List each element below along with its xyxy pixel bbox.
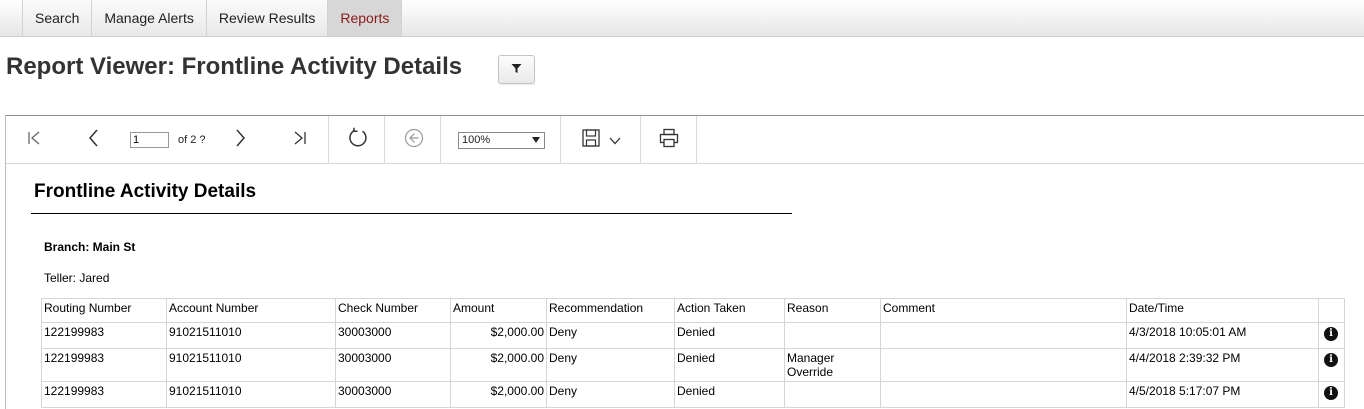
cell-datetime: 4/4/2018 2:39:32 PM [1126, 348, 1319, 382]
page-count: of 2 ? [178, 134, 206, 146]
cell-account: 91021511010 [166, 381, 336, 408]
save-icon [582, 128, 600, 152]
branch-label: Branch: Main St [44, 240, 136, 254]
cell-recommendation: Deny [546, 348, 675, 382]
first-page-icon [26, 130, 42, 151]
cell-reason [784, 381, 881, 408]
prev-page-icon [86, 129, 102, 152]
cell-reason [784, 322, 881, 349]
teller-label: Teller: Jared [44, 271, 110, 285]
cell-amount: $2,000.00 [450, 381, 547, 408]
col-action-taken: Action Taken [674, 298, 785, 323]
tab-search[interactable]: Search [22, 0, 93, 36]
print-button[interactable] [658, 128, 680, 153]
cell-routing: 122199983 [41, 348, 167, 382]
table-header-row: Routing Number Account Number Check Numb… [41, 298, 1345, 323]
zoom-value: 100% [462, 134, 491, 146]
cell-amount: $2,000.00 [450, 322, 547, 349]
activity-table: Routing Number Account Number Check Numb… [41, 298, 1345, 408]
col-info [1318, 298, 1345, 323]
print-icon [659, 128, 679, 153]
table-row: 122199983 91021511010 30003000 $2,000.00… [41, 322, 1345, 349]
cell-account: 91021511010 [166, 322, 336, 349]
col-amount: Amount [450, 298, 547, 323]
cell-routing: 122199983 [41, 381, 167, 408]
chevron-down-icon [609, 132, 621, 150]
nav-tabs: Search Manage Alerts Review Results Repo… [22, 0, 403, 36]
cell-routing: 122199983 [41, 322, 167, 349]
chevron-down-icon [532, 137, 540, 143]
save-button[interactable] [580, 128, 602, 152]
cell-comment [880, 348, 1127, 382]
filter-button[interactable] [498, 55, 535, 84]
cell-action: Denied [674, 322, 785, 349]
info-icon[interactable]: i [1324, 386, 1338, 400]
cell-comment [880, 381, 1127, 408]
next-page-icon [232, 129, 248, 152]
cell-amount: $2,000.00 [450, 348, 547, 382]
cell-recommendation: Deny [546, 322, 675, 349]
cell-account: 91021511010 [166, 348, 336, 382]
page-number-input[interactable] [130, 132, 169, 148]
cell-info: i [1318, 381, 1345, 408]
page-title: Report Viewer: Frontline Activity Detail… [6, 53, 463, 80]
tab-review-results[interactable]: Review Results [206, 0, 329, 36]
prev-page-button[interactable] [84, 129, 104, 152]
cell-check: 30003000 [335, 381, 451, 408]
col-recommendation: Recommendation [546, 298, 675, 323]
col-datetime: Date/Time [1126, 298, 1319, 323]
cell-check: 30003000 [335, 322, 451, 349]
next-page-button[interactable] [230, 129, 250, 152]
first-page-button[interactable] [24, 130, 44, 150]
top-nav: Search Manage Alerts Review Results Repo… [0, 0, 1364, 37]
last-page-button[interactable] [290, 130, 310, 150]
cell-check: 30003000 [335, 348, 451, 382]
last-page-icon [292, 130, 308, 151]
zoom-select[interactable]: 100% [458, 132, 545, 149]
cell-datetime: 4/3/2018 10:05:01 AM [1126, 322, 1319, 349]
filter-icon [511, 61, 522, 79]
info-icon[interactable]: i [1324, 327, 1338, 341]
title-divider [31, 213, 792, 214]
refresh-icon [347, 127, 369, 154]
cell-info: i [1318, 348, 1345, 382]
col-check-number: Check Number [335, 298, 451, 323]
cell-action: Denied [674, 348, 785, 382]
back-button[interactable] [403, 128, 425, 153]
info-icon[interactable]: i [1324, 353, 1338, 367]
col-account-number: Account Number [166, 298, 336, 323]
refresh-button[interactable] [346, 127, 370, 154]
export-menu-button[interactable] [607, 133, 623, 149]
cell-datetime: 4/5/2018 5:17:07 PM [1126, 381, 1319, 408]
viewer-toolbar: of 2 ? 100% [6, 116, 1364, 164]
report-title: Frontline Activity Details [34, 181, 257, 202]
cell-comment [880, 322, 1127, 349]
cell-reason: Manager Override [784, 348, 881, 382]
cell-action: Denied [674, 381, 785, 408]
table-row: 122199983 91021511010 30003000 $2,000.00… [41, 348, 1345, 382]
cell-info: i [1318, 322, 1345, 349]
report-viewer: of 2 ? 100% [5, 115, 1364, 409]
cell-recommendation: Deny [546, 381, 675, 408]
back-icon [404, 128, 424, 153]
tab-reports[interactable]: Reports [328, 0, 403, 36]
table-row: 122199983 91021511010 30003000 $2,000.00… [41, 381, 1345, 408]
col-routing-number: Routing Number [41, 298, 167, 323]
col-comment: Comment [880, 298, 1127, 323]
tab-manage-alerts[interactable]: Manage Alerts [92, 0, 207, 36]
col-reason: Reason [784, 298, 881, 323]
